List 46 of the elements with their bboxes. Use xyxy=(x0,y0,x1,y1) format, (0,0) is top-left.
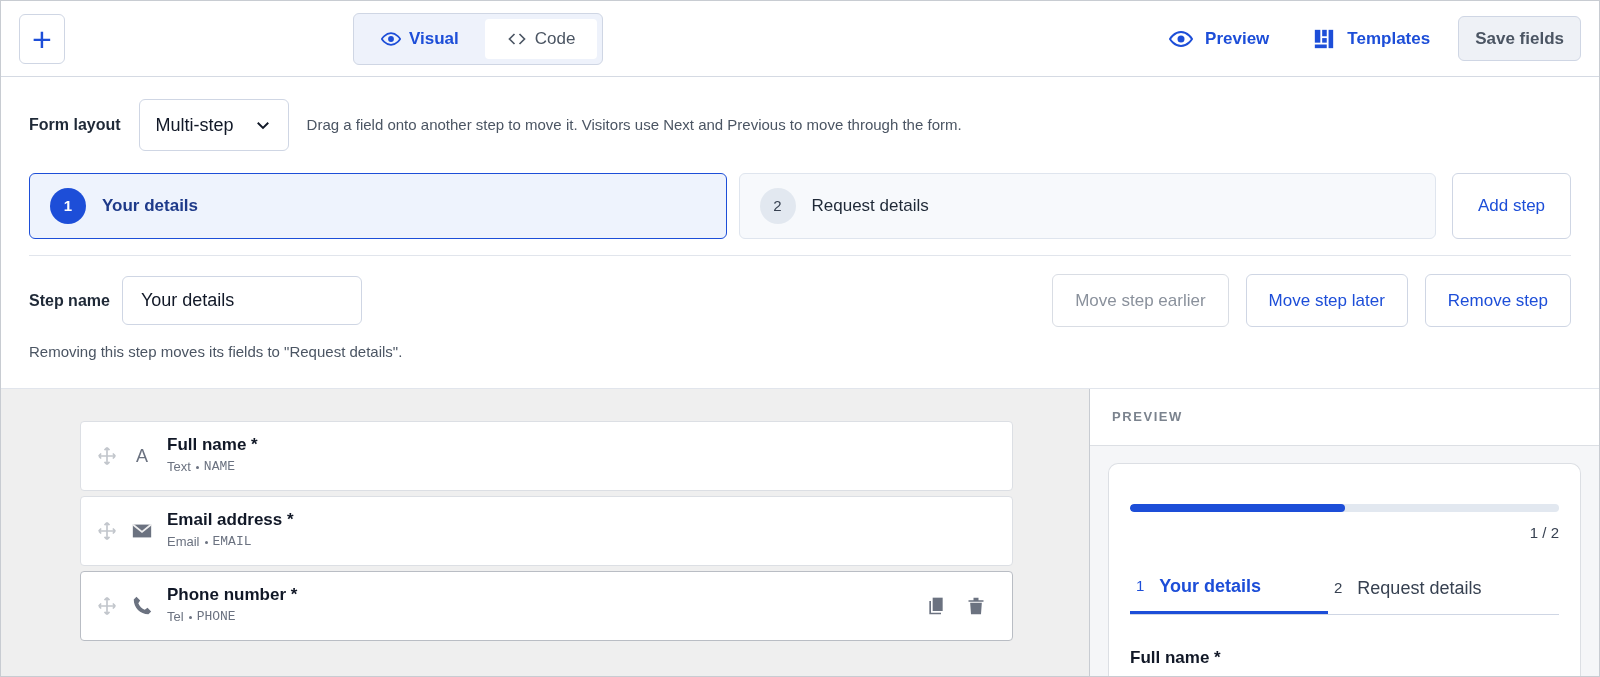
preview-step-tab[interactable]: 1 Your details xyxy=(1130,562,1328,614)
field-row[interactable]: A Full name * Text NAME xyxy=(80,420,1013,491)
field-row[interactable]: Phone number * Tel PHONE xyxy=(80,570,1013,641)
progress-reading: 1 / 2 xyxy=(1529,522,1559,543)
form-layout-label: Form layout xyxy=(29,115,121,135)
step-card[interactable]: 2 Request details xyxy=(738,173,1436,239)
move-icon xyxy=(97,445,117,466)
save-button[interactable]: Save fields xyxy=(1458,16,1581,61)
tab-number: 2 xyxy=(1334,577,1343,598)
field-key: EMAIL xyxy=(212,532,252,552)
step-action-button[interactable]: Remove step xyxy=(1424,274,1571,327)
phone-icon xyxy=(131,594,153,617)
field-key: NAME xyxy=(203,457,236,477)
field-row[interactable]: Email address * Email EMAIL xyxy=(80,495,1013,566)
step-action-button[interactable]: Move step later xyxy=(1245,274,1408,327)
field-type: Email xyxy=(167,533,200,552)
field-label: Full name * xyxy=(167,434,258,456)
toolbar-link[interactable]: Templates xyxy=(1313,25,1431,52)
view-tab[interactable]: Visual xyxy=(359,18,481,59)
preview-step-tab[interactable]: 2 Request details xyxy=(1328,562,1526,614)
step-number: 2 xyxy=(759,188,796,224)
hint-text: Drag a field onto another step to move it. Visitors use Next and Previous to move through the form. xyxy=(306,114,962,135)
preview-field-label: Full name * xyxy=(1130,647,1222,669)
step-name-input[interactable]: Your details xyxy=(121,276,362,325)
step-card[interactable]: 1 Your details xyxy=(29,173,727,239)
remove-hint: Removing this step moves its fields to "Request details". xyxy=(29,342,404,362)
layout-select[interactable]: Multi-step xyxy=(138,99,289,151)
add-step-button[interactable]: Add step xyxy=(1452,173,1571,239)
preview-heading: PREVIEW xyxy=(1112,407,1183,426)
text-type-icon: A xyxy=(136,446,148,465)
delete-button[interactable] xyxy=(966,595,986,616)
move-icon xyxy=(97,595,117,616)
field-type: Text xyxy=(167,458,191,477)
grid-layout-icon xyxy=(1313,27,1336,50)
add-button[interactable]: + xyxy=(19,13,65,64)
field-label: Phone number * xyxy=(167,584,298,606)
field-label: Email address * xyxy=(167,509,294,531)
move-icon xyxy=(97,520,117,541)
toolbar-link[interactable]: Preview xyxy=(1169,25,1270,52)
step-name-label: Step name xyxy=(29,290,110,311)
field-key: PHONE xyxy=(196,607,236,627)
view-tab[interactable]: Code xyxy=(484,18,598,59)
tab-number: 1 xyxy=(1136,576,1145,597)
duplicate-button[interactable] xyxy=(926,595,946,616)
field-type: Tel xyxy=(167,608,184,627)
step-number: 1 xyxy=(50,188,86,224)
